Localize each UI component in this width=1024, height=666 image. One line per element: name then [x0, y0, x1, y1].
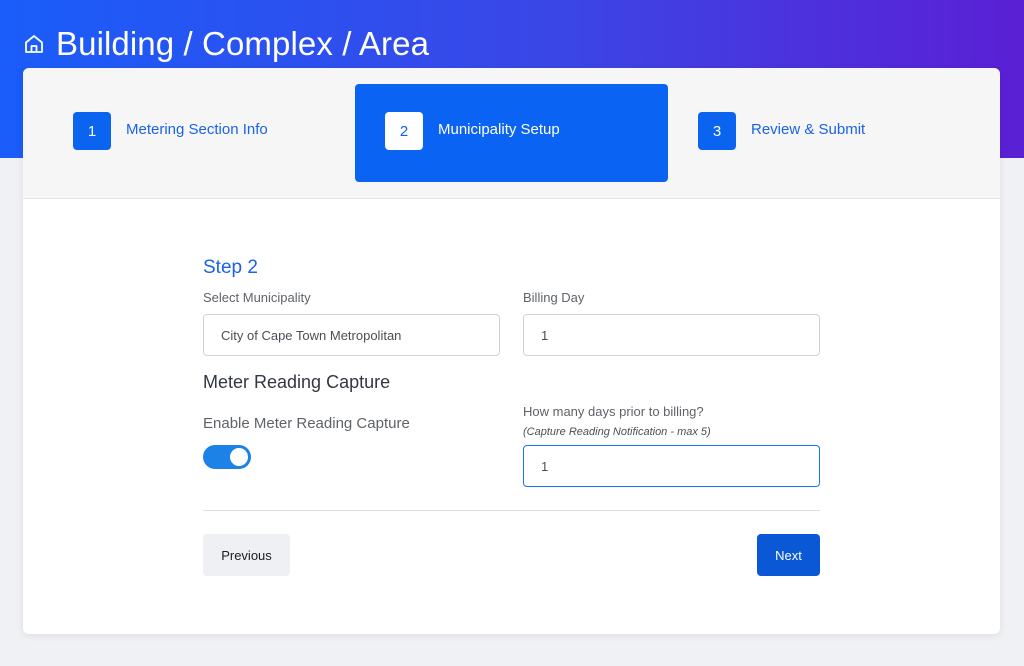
step-metering-section-info[interactable]: 1 Metering Section Info: [23, 84, 336, 182]
step-review-submit[interactable]: 3 Review & Submit: [668, 84, 981, 182]
step-municipality-setup[interactable]: 2 Municipality Setup: [355, 84, 668, 182]
toggle-knob: [230, 448, 248, 466]
days-prior-value: 1: [541, 458, 549, 474]
meter-reading-section-title: Meter Reading Capture: [203, 372, 391, 392]
home-icon: [22, 32, 46, 56]
form-divider: [203, 510, 820, 511]
billing-day-value: 1: [541, 327, 549, 343]
next-button[interactable]: Next: [757, 534, 820, 576]
billing-day-label: Billing Day: [523, 290, 585, 305]
page-title: Building / Complex / Area: [22, 22, 429, 66]
meter-reading-toggle[interactable]: [203, 445, 251, 469]
days-prior-label: How many days prior to billing?: [523, 404, 704, 419]
days-prior-hint: (Capture Reading Notification - max 5): [523, 426, 711, 438]
page-title-text: Building / Complex / Area: [56, 25, 430, 62]
municipality-select[interactable]: City of Cape Town Metropolitan: [203, 314, 500, 356]
wizard-card: 1 Metering Section Info 2 Municipality S…: [23, 68, 1000, 634]
step-number: 2: [385, 112, 423, 150]
municipality-label: Select Municipality: [203, 290, 311, 305]
municipality-value: City of Cape Town Metropolitan: [221, 327, 402, 343]
enable-meter-reading-label: Enable Meter Reading Capture: [203, 415, 410, 432]
days-prior-input[interactable]: 1: [523, 445, 820, 487]
step-number: 3: [698, 112, 736, 150]
previous-button[interactable]: Previous: [203, 534, 290, 576]
billing-day-input[interactable]: 1: [523, 314, 820, 356]
step-label: Review & Submit: [751, 120, 866, 138]
municipality-setup-form: Step 2 Select Municipality City of Cape …: [203, 198, 823, 634]
step-heading: Step 2: [203, 257, 258, 278]
step-label: Metering Section Info: [126, 120, 268, 138]
step-label: Municipality Setup: [438, 120, 560, 138]
wizard-stepper: 1 Metering Section Info 2 Municipality S…: [23, 68, 1000, 199]
step-number: 1: [73, 112, 111, 150]
